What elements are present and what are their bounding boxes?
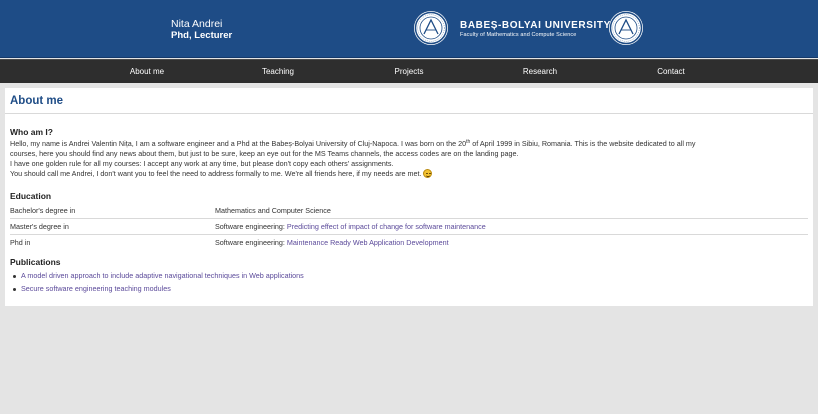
degree-label: Bachelor's degree in: [10, 206, 76, 215]
intro-line-4-wrap: You should call me Andrei, I don't want …: [10, 169, 790, 179]
publication-link[interactable]: Secure software engineering teaching mod…: [13, 283, 304, 296]
degree-field: Software engineering: Predicting effect …: [215, 220, 486, 234]
education-row: Phd in Software engineering: Maintenance…: [10, 236, 808, 251]
degree-field: Software engineering: Maintenance Ready …: [215, 236, 449, 250]
main-nav: About me Teaching Projects Research Cont…: [0, 59, 818, 83]
intro-line-2: courses, here you should find any news a…: [10, 149, 519, 158]
nav-teaching[interactable]: Teaching: [238, 60, 318, 84]
university-seal-icon[interactable]: [609, 11, 643, 45]
intro-line-1-b: of April 1999 in Sibiu, Romania. This is…: [470, 139, 696, 148]
publication-link[interactable]: A model driven approach to include adapt…: [13, 270, 304, 283]
degree-field: Mathematics and Computer Science: [215, 204, 331, 218]
nav-research[interactable]: Research: [500, 60, 580, 84]
intro-line-1-a: Hello, my name is Andrei Valentin Nița, …: [10, 139, 467, 148]
university-block[interactable]: BABEȘ-BOLYAI UNIVERSITY Faculty of Mathe…: [460, 20, 611, 39]
faculty-name: Faculty of Mathematics and Compute Scien…: [460, 32, 577, 38]
site-header: Nita Andrei Phd, Lecturer BABEȘ-BOLYAI U…: [0, 0, 818, 58]
profile-name: Nita Andrei: [171, 18, 223, 30]
nav-about-me[interactable]: About me: [107, 60, 187, 84]
profile-role: Phd, Lecturer: [171, 30, 233, 41]
intro-line-1: Hello, my name is Andrei Valentin Nița, …: [10, 139, 790, 149]
intro-line-4: You should call me Andrei, I don't want …: [10, 169, 422, 178]
who-heading: Who am I?: [10, 127, 53, 137]
about-card: About me Who am I? Hello, my name is And…: [5, 88, 813, 306]
nav-projects[interactable]: Projects: [369, 60, 449, 84]
publications-heading: Publications: [10, 257, 61, 267]
degree-field-text: Software engineering:: [215, 222, 287, 231]
degree-label: Phd in: [10, 238, 31, 247]
education-heading: Education: [10, 191, 52, 201]
university-name: BABEȘ-BOLYAI UNIVERSITY: [460, 20, 611, 31]
phd-thesis-link[interactable]: Maintenance Ready Web Application Develo…: [287, 238, 449, 247]
degree-field-text: Mathematics and Computer Science: [215, 206, 331, 215]
education-row: Master's degree in Software engineering:…: [10, 220, 808, 235]
university-seal-icon[interactable]: [414, 11, 448, 45]
profile-name-block: Nita Andrei Phd, Lecturer: [171, 18, 232, 41]
master-thesis-link[interactable]: Predicting effect of impact of change fo…: [287, 222, 486, 231]
page-title: About me: [10, 95, 64, 107]
education-row: Bachelor's degree in Mathematics and Com…: [10, 204, 808, 219]
publications-list: A model driven approach to include adapt…: [13, 270, 304, 296]
degree-label: Master's degree in: [10, 222, 69, 231]
smiley-icon: [423, 169, 433, 178]
title-divider: [5, 113, 813, 114]
intro-line-3: I have one golden rule for all my course…: [10, 159, 394, 168]
degree-field-text: Software engineering:: [215, 238, 287, 247]
nav-contact[interactable]: Contact: [631, 60, 711, 84]
